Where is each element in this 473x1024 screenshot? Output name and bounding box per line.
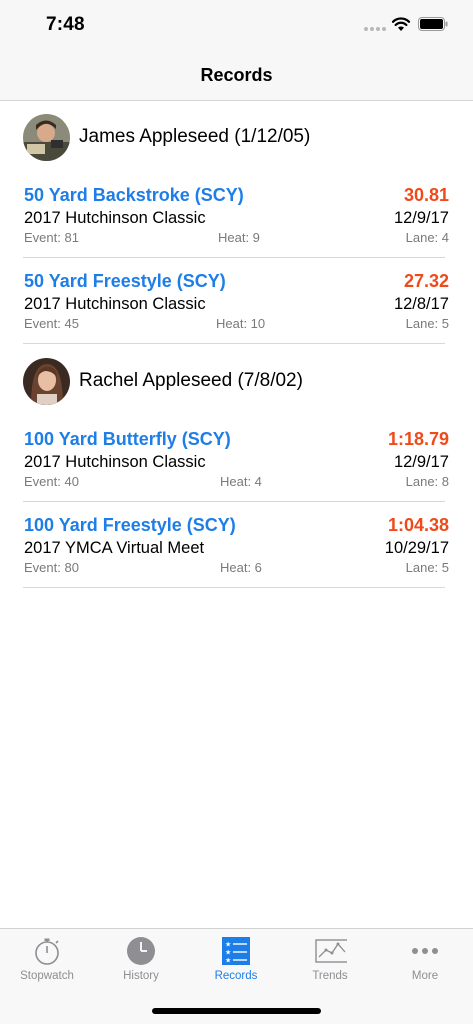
- list-icon: ★ ★ ★: [222, 937, 250, 965]
- athlete-header[interactable]: Rachel Appleseed (7/8/02): [0, 346, 473, 416]
- avatar: [23, 114, 70, 161]
- record-event-number: Event: 81: [24, 230, 79, 245]
- record-row[interactable]: 100 Yard Freestyle (SCY) 1:04.38 2017 YM…: [23, 502, 449, 588]
- record-event-name: 50 Yard Freestyle (SCY): [24, 271, 226, 291]
- record-meet: 2017 Hutchinson Classic: [24, 209, 206, 227]
- record-row[interactable]: 100 Yard Butterfly (SCY) 1:18.79 2017 Hu…: [23, 416, 449, 502]
- record-event-number: Event: 80: [24, 560, 79, 575]
- svg-text:★: ★: [225, 949, 231, 957]
- more-icon: [412, 948, 438, 954]
- record-lane: Lane: 5: [405, 560, 449, 575]
- status-time: 7:48: [46, 14, 85, 35]
- tab-label: Records: [214, 970, 258, 982]
- status-bar: 7:48: [0, 0, 473, 50]
- wifi-icon: [391, 17, 411, 31]
- avatar: [23, 358, 70, 405]
- home-indicator: [152, 1008, 321, 1014]
- records-list: James Appleseed (1/12/05) 50 Yard Backst…: [0, 102, 473, 588]
- record-meet: 2017 YMCA Virtual Meet: [24, 539, 205, 557]
- record-lane: Lane: 5: [405, 316, 449, 331]
- record-lane: Lane: 4: [405, 230, 449, 245]
- page-title: Records: [200, 65, 273, 85]
- tab-label: Trends: [312, 970, 348, 982]
- navigation-bar: Records: [0, 50, 473, 101]
- record-lane: Lane: 8: [405, 474, 449, 489]
- record-time: 1:04.38: [387, 515, 449, 535]
- tab-history[interactable]: History: [94, 929, 188, 991]
- battery-icon: [418, 17, 448, 31]
- athlete-name: James Appleseed (1/12/05): [79, 126, 311, 147]
- record-event-number: Event: 45: [24, 316, 79, 331]
- athlete-name: Rachel Appleseed (7/8/02): [79, 370, 303, 391]
- clock-icon: [127, 937, 155, 965]
- tab-label: Stopwatch: [20, 970, 74, 982]
- record-time: 1:18.79: [387, 429, 449, 449]
- record-time: 27.32: [403, 271, 449, 291]
- record-meet: 2017 Hutchinson Classic: [24, 453, 206, 471]
- tab-label: History: [123, 970, 159, 982]
- record-date: 12/9/17: [393, 453, 449, 471]
- record-event-name: 100 Yard Butterfly (SCY): [24, 429, 231, 449]
- record-row[interactable]: 50 Yard Freestyle (SCY) 27.32 2017 Hutch…: [23, 258, 449, 344]
- record-date: 12/8/17: [393, 295, 449, 313]
- record-event-name: 50 Yard Backstroke (SCY): [24, 185, 244, 205]
- record-heat: Heat: 4: [220, 474, 262, 489]
- chart-icon: [315, 939, 347, 963]
- stopwatch-icon: [35, 938, 59, 965]
- tab-label: More: [411, 970, 439, 982]
- svg-text:★: ★: [225, 941, 231, 949]
- record-date: 12/9/17: [393, 209, 449, 227]
- record-row[interactable]: 50 Yard Backstroke (SCY) 30.81 2017 Hutc…: [23, 172, 449, 258]
- record-date: 10/29/17: [384, 539, 449, 557]
- record-heat: Heat: 6: [220, 560, 262, 575]
- svg-text:★: ★: [225, 957, 231, 965]
- record-time: 30.81: [403, 185, 449, 205]
- tab-stopwatch[interactable]: Stopwatch: [0, 929, 94, 991]
- record-heat: Heat: 10: [216, 316, 266, 331]
- tab-more[interactable]: More: [378, 929, 472, 991]
- record-event-number: Event: 40: [24, 474, 79, 489]
- athlete-header[interactable]: James Appleseed (1/12/05): [0, 102, 473, 172]
- record-event-name: 100 Yard Freestyle (SCY): [24, 515, 236, 535]
- record-meet: 2017 Hutchinson Classic: [24, 295, 206, 313]
- cellular-signal-icon: [364, 27, 386, 31]
- record-heat: Heat: 9: [218, 230, 260, 245]
- tab-trends[interactable]: Trends: [283, 929, 377, 991]
- tab-records[interactable]: ★ ★ ★ Records: [189, 929, 283, 991]
